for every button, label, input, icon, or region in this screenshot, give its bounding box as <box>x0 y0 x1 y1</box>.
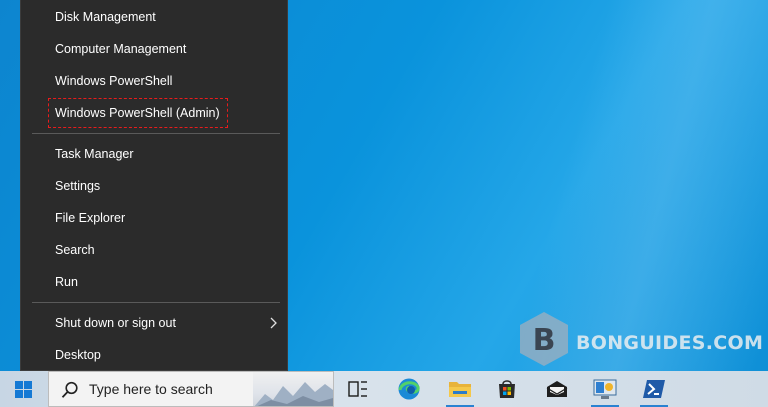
edge-icon <box>398 378 420 400</box>
menu-separator <box>32 302 280 303</box>
microsoft-store-icon <box>499 380 515 398</box>
menu-item-file-explorer[interactable]: File Explorer <box>21 203 287 233</box>
menu-item-desktop[interactable]: Desktop <box>21 340 287 370</box>
menu-item-shut-down-or-sign-out[interactable]: Shut down or sign out <box>21 308 287 338</box>
menu-item-label: Shut down or sign out <box>55 316 176 330</box>
menu-separator <box>32 133 280 134</box>
taskbar: Type here to search <box>0 371 768 407</box>
taskbar-mail[interactable] <box>537 371 577 407</box>
menu-item-run[interactable]: Run <box>21 267 287 297</box>
menu-item-disk-management[interactable]: Disk Management <box>21 2 287 32</box>
taskbar-edge[interactable] <box>389 371 429 407</box>
menu-item-settings[interactable]: Settings <box>21 171 287 201</box>
powershell-icon <box>643 380 665 398</box>
taskbar-control-panel[interactable] <box>585 371 625 407</box>
search-icon <box>61 381 78 398</box>
winx-context-menu: Disk Management Computer Management Wind… <box>20 0 288 371</box>
taskbar-search-box[interactable]: Type here to search <box>48 371 334 407</box>
windows-logo-icon <box>14 380 32 398</box>
chevron-right-icon <box>270 317 277 329</box>
start-button[interactable] <box>0 371 46 407</box>
task-view-icon <box>348 381 367 397</box>
svg-text:B: B <box>533 323 556 358</box>
file-explorer-icon <box>449 382 471 397</box>
menu-item-search[interactable]: Search <box>21 235 287 265</box>
search-highlight-image <box>253 372 333 406</box>
watermark-text: BONGUIDES.COM <box>576 332 764 354</box>
taskbar-task-view[interactable] <box>338 371 378 407</box>
search-placeholder: Type here to search <box>89 381 213 397</box>
menu-item-windows-powershell[interactable]: Windows PowerShell <box>21 66 287 96</box>
menu-item-task-manager[interactable]: Task Manager <box>21 139 287 169</box>
watermark-logo-icon: B <box>520 312 568 366</box>
taskbar-powershell[interactable] <box>634 371 674 407</box>
highlight-annotation <box>48 98 228 128</box>
taskbar-file-explorer[interactable] <box>440 371 480 407</box>
mail-icon <box>546 381 568 397</box>
menu-item-computer-management[interactable]: Computer Management <box>21 34 287 64</box>
taskbar-microsoft-store[interactable] <box>487 371 527 407</box>
watermark: B BONGUIDES.COM <box>518 310 763 370</box>
control-panel-icon <box>593 379 617 399</box>
